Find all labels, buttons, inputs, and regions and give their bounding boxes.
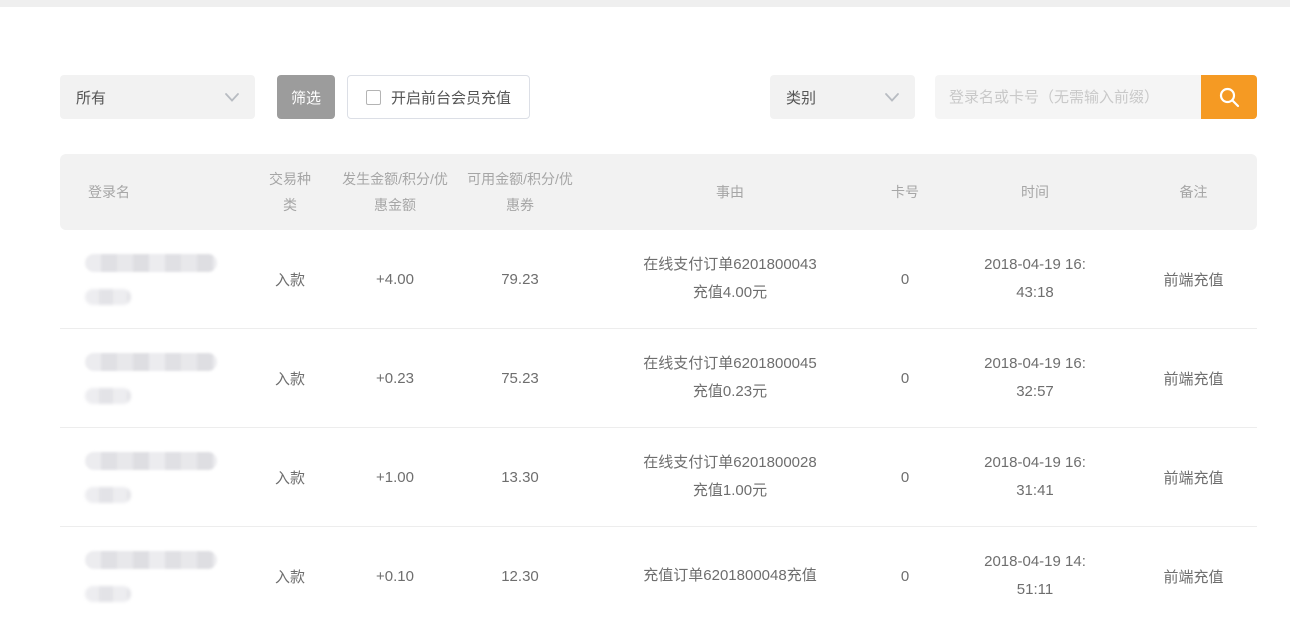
table-header-row: 登录名 交易种 类 发生金额/积分/优 惠金额 可用金额/积分/优 惠券 事由 … bbox=[60, 154, 1257, 230]
header-reason: 事由 bbox=[590, 179, 870, 205]
checkbox-icon[interactable] bbox=[366, 90, 381, 105]
cell-available: 75.23 bbox=[450, 370, 590, 387]
category-select-value: 类别 bbox=[786, 87, 816, 108]
redacted-login-mask bbox=[85, 353, 217, 371]
cell-login-redacted bbox=[60, 551, 240, 602]
cell-note: 前端充值 bbox=[1130, 467, 1257, 488]
cell-card-number: 0 bbox=[870, 568, 940, 585]
toolbar-right-group: 类别 bbox=[770, 75, 1257, 119]
cell-reason: 在线支付订单6201800028 充值1.00元 bbox=[590, 449, 870, 505]
search-button[interactable] bbox=[1201, 75, 1257, 119]
redacted-login-mask bbox=[85, 254, 217, 272]
cell-note: 前端充值 bbox=[1130, 269, 1257, 290]
table-row: 入款 +0.23 75.23 在线支付订单6201800045 充值0.23元 … bbox=[60, 329, 1257, 428]
redacted-login-mask bbox=[85, 487, 131, 503]
toolbar: 所有 筛选 开启前台会员充值 类别 bbox=[60, 75, 1257, 119]
top-divider-strip bbox=[0, 0, 1290, 7]
cell-reason: 在线支付订单6201800045 充值0.23元 bbox=[590, 350, 870, 406]
cell-transaction-type: 入款 bbox=[240, 467, 340, 488]
cell-reason: 充值订单6201800048充值 bbox=[590, 562, 870, 590]
scope-select[interactable]: 所有 bbox=[60, 75, 255, 119]
table-row: 入款 +0.10 12.30 充值订单6201800048充值 0 2018-0… bbox=[60, 527, 1257, 624]
cell-amount: +0.23 bbox=[340, 370, 450, 387]
redacted-login-mask bbox=[85, 551, 217, 569]
cell-note: 前端充值 bbox=[1130, 368, 1257, 389]
chevron-down-icon bbox=[885, 93, 899, 102]
transactions-table: 登录名 交易种 类 发生金额/积分/优 惠金额 可用金额/积分/优 惠券 事由 … bbox=[60, 154, 1257, 624]
cell-transaction-type: 入款 bbox=[240, 269, 340, 290]
redacted-login-mask bbox=[85, 289, 131, 305]
redacted-login-mask bbox=[85, 452, 217, 470]
cell-login-redacted bbox=[60, 452, 240, 503]
cell-login-redacted bbox=[60, 353, 240, 404]
header-amount: 发生金额/积分/优 惠金额 bbox=[340, 166, 450, 218]
front-recharge-checkbox-label: 开启前台会员充值 bbox=[391, 87, 511, 108]
header-note: 备注 bbox=[1130, 179, 1257, 205]
cell-available: 79.23 bbox=[450, 271, 590, 288]
redacted-login-mask bbox=[85, 388, 131, 404]
header-available: 可用金额/积分/优 惠券 bbox=[450, 166, 590, 218]
cell-card-number: 0 bbox=[870, 469, 940, 486]
cell-time: 2018-04-19 14: 51:11 bbox=[940, 548, 1130, 604]
search-bar bbox=[935, 75, 1257, 119]
front-recharge-checkbox[interactable]: 开启前台会员充值 bbox=[347, 75, 530, 119]
cell-available: 12.30 bbox=[450, 568, 590, 585]
cell-card-number: 0 bbox=[870, 271, 940, 288]
header-transaction-type: 交易种 类 bbox=[240, 166, 340, 218]
category-select[interactable]: 类别 bbox=[770, 75, 915, 119]
cell-note: 前端充值 bbox=[1130, 566, 1257, 587]
cell-transaction-type: 入款 bbox=[240, 566, 340, 587]
cell-amount: +4.00 bbox=[340, 271, 450, 288]
header-time: 时间 bbox=[940, 179, 1130, 205]
cell-amount: +0.10 bbox=[340, 568, 450, 585]
cell-amount: +1.00 bbox=[340, 469, 450, 486]
cell-reason: 在线支付订单6201800043 充值4.00元 bbox=[590, 251, 870, 307]
cell-time: 2018-04-19 16: 43:18 bbox=[940, 251, 1130, 307]
chevron-down-icon bbox=[225, 93, 239, 102]
search-input[interactable] bbox=[935, 75, 1201, 119]
table-row: 入款 +4.00 79.23 在线支付订单6201800043 充值4.00元 … bbox=[60, 230, 1257, 329]
scope-select-value: 所有 bbox=[76, 87, 106, 108]
redacted-login-mask bbox=[85, 586, 131, 602]
cell-time: 2018-04-19 16: 31:41 bbox=[940, 449, 1130, 505]
filter-button[interactable]: 筛选 bbox=[277, 75, 335, 119]
search-icon bbox=[1217, 85, 1241, 109]
cell-card-number: 0 bbox=[870, 370, 940, 387]
cell-time: 2018-04-19 16: 32:57 bbox=[940, 350, 1130, 406]
cell-available: 13.30 bbox=[450, 469, 590, 486]
cell-transaction-type: 入款 bbox=[240, 368, 340, 389]
header-card-number: 卡号 bbox=[870, 179, 940, 205]
cell-login-redacted bbox=[60, 254, 240, 305]
table-row: 入款 +1.00 13.30 在线支付订单6201800028 充值1.00元 … bbox=[60, 428, 1257, 527]
header-login: 登录名 bbox=[60, 179, 240, 205]
